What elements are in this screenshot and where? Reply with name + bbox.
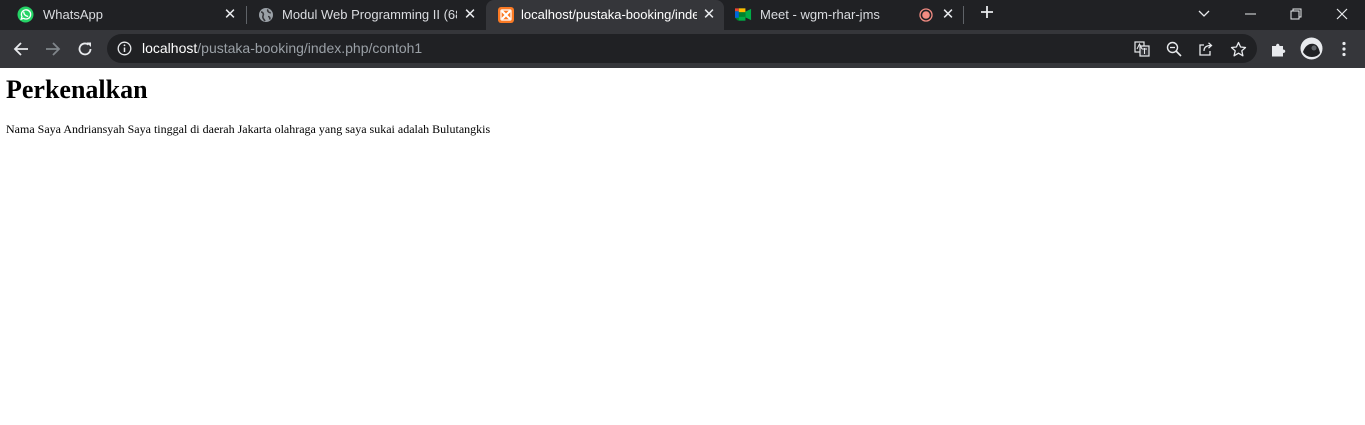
- plus-icon: [981, 6, 993, 18]
- page-heading: Perkenalkan: [6, 75, 148, 104]
- minimize-icon: [1244, 13, 1256, 15]
- close-window-button[interactable]: [1319, 0, 1365, 28]
- extensions-button[interactable]: [1268, 39, 1288, 59]
- close-tab-icon[interactable]: ✕: [941, 7, 955, 23]
- tab-google-meet[interactable]: Meet - wgm-rhar-jms ✕: [725, 0, 963, 30]
- tab-title: localhost/pustaka-booking/index: [521, 7, 697, 22]
- tab-title: Modul Web Programming II (682: [282, 7, 457, 22]
- browser-toolbar: localhost/pustaka-booking/index.php/cont…: [0, 30, 1365, 68]
- arrow-left-icon: [13, 42, 28, 56]
- tab-whatsapp[interactable]: WhatsApp ✕: [0, 0, 246, 30]
- chevron-down-icon: [1198, 10, 1210, 17]
- info-icon[interactable]: [117, 41, 132, 56]
- url-text[interactable]: localhost/pustaka-booking/index.php/cont…: [142, 40, 422, 56]
- forward-button[interactable]: [39, 35, 67, 63]
- avatar-icon: [1300, 37, 1323, 60]
- google-meet-icon: [735, 6, 752, 23]
- back-button[interactable]: [7, 35, 35, 63]
- url-path: /pustaka-booking/index.php/contoh1: [197, 40, 423, 56]
- tab-strip: WhatsApp ✕ Modul Web Programming II (682…: [0, 0, 1365, 30]
- arrow-right-icon: [46, 42, 61, 56]
- page-content: Perkenalkan Nama Saya Andriansyah Saya t…: [0, 68, 1365, 425]
- bookmark-star-icon[interactable]: [1229, 40, 1247, 58]
- tab-localhost-active[interactable]: localhost/pustaka-booking/index ✕: [486, 0, 724, 30]
- puzzle-icon: [1271, 43, 1285, 56]
- translate-icon[interactable]: [1133, 40, 1151, 58]
- reload-button[interactable]: [71, 35, 99, 63]
- share-icon[interactable]: [1197, 40, 1215, 58]
- whatsapp-icon: [17, 6, 34, 23]
- reload-icon: [78, 42, 92, 56]
- tab-title: Meet - wgm-rhar-jms: [760, 7, 880, 22]
- minimize-button[interactable]: [1227, 0, 1273, 28]
- restore-button[interactable]: [1273, 0, 1319, 28]
- close-icon: [1336, 8, 1348, 20]
- recording-icon: [919, 8, 933, 22]
- close-tab-icon[interactable]: ✕: [463, 7, 477, 23]
- menu-button[interactable]: [1334, 39, 1354, 59]
- profile-avatar[interactable]: [1300, 37, 1323, 60]
- close-tab-icon[interactable]: ✕: [223, 7, 237, 23]
- page-paragraph: Nama Saya Andriansyah Saya tinggal di da…: [6, 122, 491, 136]
- url-host: localhost: [142, 40, 198, 56]
- restore-icon: [1290, 8, 1302, 20]
- xampp-icon: [497, 6, 514, 23]
- close-tab-icon[interactable]: ✕: [702, 7, 716, 23]
- kebab-menu-icon: [1342, 41, 1346, 57]
- new-tab-button[interactable]: [976, 4, 998, 26]
- zoom-out-icon[interactable]: [1165, 40, 1183, 58]
- tab-search-button[interactable]: [1181, 0, 1227, 28]
- address-bar[interactable]: localhost/pustaka-booking/index.php/cont…: [107, 34, 1257, 63]
- tab-separator: [963, 6, 964, 24]
- tab-title: WhatsApp: [43, 7, 103, 22]
- globe-icon: [257, 6, 274, 23]
- tab-modul-web-programming[interactable]: Modul Web Programming II (682 ✕: [247, 0, 485, 30]
